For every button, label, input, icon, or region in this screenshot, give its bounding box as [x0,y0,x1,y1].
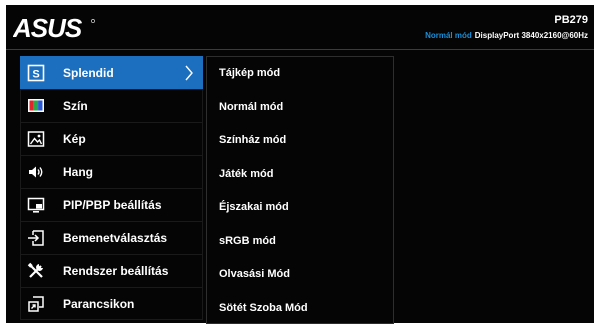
svg-text:S: S [32,69,39,81]
brand-logo-text: ASUS [13,15,83,43]
menu-item-image[interactable]: Kép [20,122,203,155]
menu-item-label: Parancsikon [63,297,135,311]
chevron-right-icon [185,65,193,81]
submenu-item-label: Normál mód [219,100,284,113]
menu-item-label: Rendszer beállítás [63,264,169,278]
menu-item-shortcut[interactable]: Parancsikon [20,287,203,320]
submenu-item-theater-mode[interactable]: Színház mód [207,124,393,158]
shortcut-icon [28,296,44,312]
menu-item-label: Bemenetválasztás [63,231,168,245]
status-input: DisplayPort [474,31,520,40]
menu-item-label: Kép [63,132,86,146]
submenu-item-reading-mode[interactable]: Olvasási Mód [207,258,393,292]
submenu-item-landscape-mode[interactable]: Tájkép mód [207,57,393,91]
menu-item-system-settings[interactable]: Rendszer beállítás [20,254,203,287]
menu-item-pip-pbp[interactable]: PIP/PBP beállítás [20,188,203,221]
status-mode: Normál mód [425,31,472,40]
submenu-item-normal-mode[interactable]: Normál mód [207,91,393,125]
image-icon [27,131,45,147]
menu-item-sound[interactable]: Hang [20,155,203,188]
submenu-item-srgb-mode[interactable]: sRGB mód [207,225,393,259]
submenu-item-night-mode[interactable]: Éjszakai mód [207,191,393,225]
menu-item-splendid[interactable]: S Splendid [20,56,203,89]
asus-logo: ASUS [13,15,95,43]
menu-item-color[interactable]: Szín [20,89,203,122]
osd-header: ASUS PB279 Normál mód DisplayPort 3840x21… [6,5,594,50]
splendid-submenu: Tájkép mód Normál mód Színház mód Játék … [206,56,394,324]
submenu-item-label: Éjszakai mód [219,201,289,213]
submenu-item-game-mode[interactable]: Játék mód [207,158,393,192]
model-name: PB279 [554,14,588,26]
menu-item-label: Hang [63,165,93,179]
splendid-icon: S [27,64,45,82]
menu-item-label: PIP/PBP beállítás [63,198,162,212]
main-menu: S Splendid Szín Kép Hang PIP/PBP beállít… [20,56,203,320]
submenu-item-label: Olvasási Mód [219,268,290,280]
menu-item-label: Splendid [63,66,114,80]
input-select-icon [28,230,44,246]
osd-window: ASUS PB279 Normál mód DisplayPort 3840x21… [6,5,594,324]
tools-icon [27,262,43,278]
pip-icon [27,197,45,213]
submenu-item-darkroom-mode[interactable]: Sötét Szoba Mód [207,292,393,325]
menu-item-label: Szín [63,99,88,113]
status-resolution: 3840x2160@60Hz [521,31,588,40]
submenu-item-label: Játék mód [219,167,274,180]
color-icon [28,99,44,112]
status-line: Normál mód DisplayPort 3840x2160@60Hz [425,31,588,40]
submenu-item-label: Sötét Szoba Mód [219,301,308,314]
submenu-item-label: Tájkép mód [219,67,281,79]
speaker-icon [29,166,43,178]
submenu-item-label: sRGB mód [219,234,276,247]
menu-item-input-select[interactable]: Bemenetválasztás [20,221,203,254]
submenu-item-label: Színház mód [219,134,287,146]
